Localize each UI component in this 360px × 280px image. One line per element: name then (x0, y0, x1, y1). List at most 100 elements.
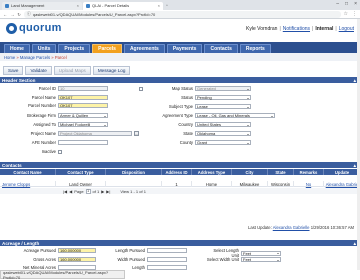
section-title-text: Header Section (2, 77, 36, 83)
table-cell: Home (192, 181, 232, 187)
last-update: Last Update: Alexandra Gabrielle 1/29/20… (248, 225, 354, 230)
project-name-field: Project Oklahoma (58, 131, 132, 136)
lookup-button[interactable]: … (134, 131, 139, 136)
parcel-number-field[interactable]: OK107 (58, 103, 108, 108)
state-select[interactable]: Oklahoma (195, 131, 251, 136)
last-update-label: Last Update: (248, 225, 272, 230)
table-row[interactable]: Jerome Clopps Land Owner 1 Home Milwauke… (0, 181, 360, 187)
breadcrumb-manage-parcels[interactable]: Manage Parcels (20, 55, 50, 60)
page-label: Page (74, 188, 84, 194)
length-field[interactable] (147, 265, 187, 270)
separator: | (335, 26, 337, 32)
header-section-title[interactable]: Header Section ▲ (0, 77, 360, 83)
first-page-icon[interactable]: |◀ (63, 189, 67, 194)
logout-link[interactable]: Logout (339, 26, 354, 32)
length-unit-select[interactable]: Feet (241, 250, 281, 256)
nav-reports[interactable]: Reports (239, 44, 271, 53)
parcel-name-label: Parcel Name (31, 95, 56, 100)
nav-parcels[interactable]: Parcels (92, 44, 122, 53)
browser-status-bar: qaslewebi01-v/QDAQUAI/Modules/Parcels/U_… (0, 270, 125, 280)
notifications-link[interactable]: Notifications (283, 26, 310, 32)
subject-type-select[interactable]: Lease (195, 104, 251, 109)
page-total: of 1 (92, 188, 100, 194)
new-tab-icon[interactable]: ▫ (166, 3, 168, 9)
agreement-type-select[interactable]: Lease - Oil, Gas and Minerals (195, 113, 275, 118)
column-header[interactable]: Address ID (162, 169, 192, 175)
map-status-checkbox[interactable] (139, 86, 143, 91)
minimize-icon[interactable]: – (336, 1, 339, 7)
nav-units[interactable]: Units (31, 44, 57, 53)
acreage-pursued-label: Acreage Pursued (23, 248, 56, 253)
forward-icon[interactable]: → (10, 12, 14, 17)
close-window-icon[interactable]: × (354, 1, 357, 7)
afe-number-label: AFE Number (31, 140, 56, 145)
status-select[interactable]: Pending (195, 95, 251, 100)
width-pursued-field[interactable] (147, 257, 187, 262)
column-header[interactable]: City (232, 169, 268, 175)
length-pursued-field[interactable] (147, 248, 187, 253)
breadcrumb: Home » Manage Parcels » Parcel (0, 53, 360, 61)
acreage-section-title[interactable]: Acreage / Length ▲ (0, 240, 360, 246)
maximize-icon[interactable]: □ (345, 1, 348, 7)
view-count: View 1 - 1 of 1 (120, 188, 146, 194)
message-log-button[interactable]: Message Log (92, 66, 131, 75)
update-link[interactable]: Alexandra Gabrie (324, 181, 360, 187)
upload-maps-button[interactable]: Upload Maps (53, 66, 91, 75)
close-icon[interactable]: × (158, 3, 160, 8)
brokerage-firm-select[interactable]: Armer & Quillen (58, 113, 108, 118)
browser-tab-active[interactable]: QLAi - Parcel Details × (83, 1, 163, 10)
map-status-select: Generated (195, 86, 251, 91)
last-update-user-link[interactable]: Alexandra Gabrielle (273, 225, 310, 230)
back-icon[interactable]: ← (3, 12, 7, 17)
column-header[interactable]: Disposition (106, 169, 162, 175)
url-text: qaslewebi01-v/QDAQUAI/Modules/Parcels/U_… (32, 11, 156, 17)
county-select[interactable]: Grant (195, 140, 251, 145)
prev-page-icon[interactable]: ◀ (69, 189, 72, 194)
afe-number-field[interactable] (58, 140, 108, 145)
column-header[interactable]: State (268, 169, 294, 175)
gross-acres-field[interactable]: 160.000000 (58, 257, 96, 262)
contacts-section-title[interactable]: Contacts ▲ (0, 162, 360, 168)
next-page-icon[interactable]: ▶ (101, 189, 104, 194)
remarks-link[interactable]: No (294, 181, 324, 187)
inactive-checkbox[interactable] (58, 149, 62, 154)
close-icon[interactable]: × (77, 3, 79, 8)
parcel-id-label: Parcel ID (38, 86, 56, 91)
nav-home[interactable]: Home (4, 44, 30, 53)
nav-payments[interactable]: Payments (166, 44, 203, 53)
assigned-to-select[interactable]: Michael Fodorelli (58, 122, 108, 127)
last-page-icon[interactable]: ▶| (106, 189, 110, 194)
nav-projects[interactable]: Projects (58, 44, 91, 53)
validate-button[interactable]: Validate (25, 66, 52, 75)
width-unit-select[interactable]: Feet (241, 257, 281, 262)
agreement-type-label: Agreement Type (162, 113, 193, 118)
page-input[interactable]: 1 (85, 188, 91, 194)
browser-tab[interactable]: Land Management × (2, 1, 82, 10)
country-select[interactable]: United States (195, 122, 251, 127)
breadcrumb-home[interactable]: Home (4, 55, 15, 60)
action-tabs: Save Validate Upload Maps Message Log (0, 66, 360, 75)
parcel-name-field[interactable]: OK107 (58, 95, 108, 100)
breadcrumb-separator: » (51, 54, 54, 60)
acreage-pursued-field[interactable]: 160.000000 (58, 248, 96, 253)
parcel-number-label: Parcel Number (28, 103, 56, 108)
column-header[interactable]: Contact Name (0, 169, 56, 175)
project-name-label: Project Name (30, 131, 56, 136)
address-bar[interactable]: ⓘ qaslewebi01-v/QDAQUAI/Modules/Parcels/U… (23, 10, 341, 18)
column-header[interactable]: Remarks (294, 169, 324, 175)
internal-label: Internal (315, 26, 334, 32)
assigned-to-label: Assigned To (33, 122, 56, 127)
column-header[interactable]: Address Type (192, 169, 232, 175)
reload-icon[interactable]: ↻ (17, 12, 21, 17)
menu-icon[interactable]: ⋮ (352, 11, 357, 17)
column-header[interactable]: Update (324, 169, 360, 175)
column-header[interactable]: Contact Type (56, 169, 106, 175)
county-label: County (179, 140, 193, 145)
star-icon[interactable]: ☆ (344, 11, 348, 17)
contact-name-cell[interactable]: Jerome Clopps (0, 181, 56, 187)
breadcrumb-current: Parcel (54, 54, 67, 60)
status-label: Status (181, 95, 193, 100)
save-button[interactable]: Save (3, 66, 24, 75)
nav-contacts[interactable]: Contacts (204, 44, 238, 53)
nav-agreements[interactable]: Agreements (123, 44, 165, 53)
